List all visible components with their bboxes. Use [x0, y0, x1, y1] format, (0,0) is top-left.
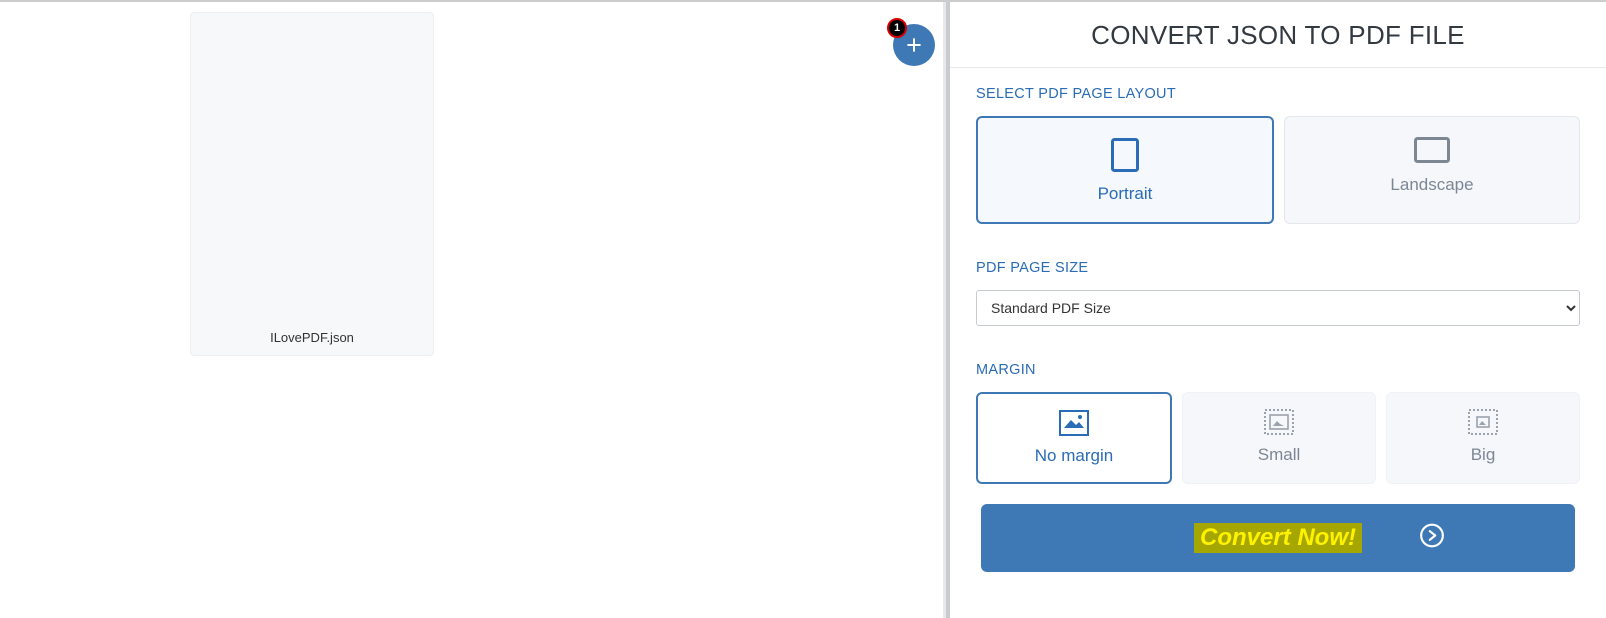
margin-option-label: Big	[1397, 445, 1569, 465]
big-margin-icon	[1397, 409, 1569, 435]
layout-option-label: Landscape	[1295, 175, 1569, 195]
workspace: ILovePDF.json 1	[0, 2, 946, 618]
add-file-button[interactable]: 1	[893, 24, 935, 66]
options-panel: CONVERT JSON TO PDF FILE SELECT PDF PAGE…	[946, 2, 1606, 618]
file-preview	[191, 13, 433, 322]
pdf-size-select[interactable]: Standard PDF Size	[976, 290, 1580, 326]
margin-section-label: MARGIN	[976, 362, 1580, 378]
plus-icon	[904, 35, 924, 55]
no-margin-icon	[988, 410, 1160, 436]
margin-option-none[interactable]: No margin	[976, 392, 1172, 484]
margin-option-small[interactable]: Small	[1182, 392, 1376, 484]
convert-button-label: Convert Now!	[1194, 523, 1362, 553]
margin-option-label: No margin	[988, 446, 1160, 466]
margin-option-big[interactable]: Big	[1386, 392, 1580, 484]
layout-option-label: Portrait	[988, 184, 1262, 204]
panel-title: CONVERT JSON TO PDF FILE	[950, 2, 1606, 68]
landscape-icon	[1295, 137, 1569, 163]
size-section-label: PDF PAGE SIZE	[976, 260, 1580, 276]
file-thumbnail[interactable]: ILovePDF.json	[190, 12, 434, 356]
layout-option-portrait[interactable]: Portrait	[976, 116, 1274, 224]
arrow-right-circle-icon	[1419, 523, 1445, 554]
file-count-badge: 1	[887, 18, 907, 38]
margin-option-label: Small	[1193, 445, 1365, 465]
file-name: ILovePDF.json	[191, 322, 433, 355]
layout-option-landscape[interactable]: Landscape	[1284, 116, 1580, 224]
layout-section-label: SELECT PDF PAGE LAYOUT	[976, 86, 1580, 102]
small-margin-icon	[1193, 409, 1365, 435]
convert-button[interactable]: Convert Now!	[981, 504, 1575, 572]
portrait-icon	[988, 138, 1262, 172]
